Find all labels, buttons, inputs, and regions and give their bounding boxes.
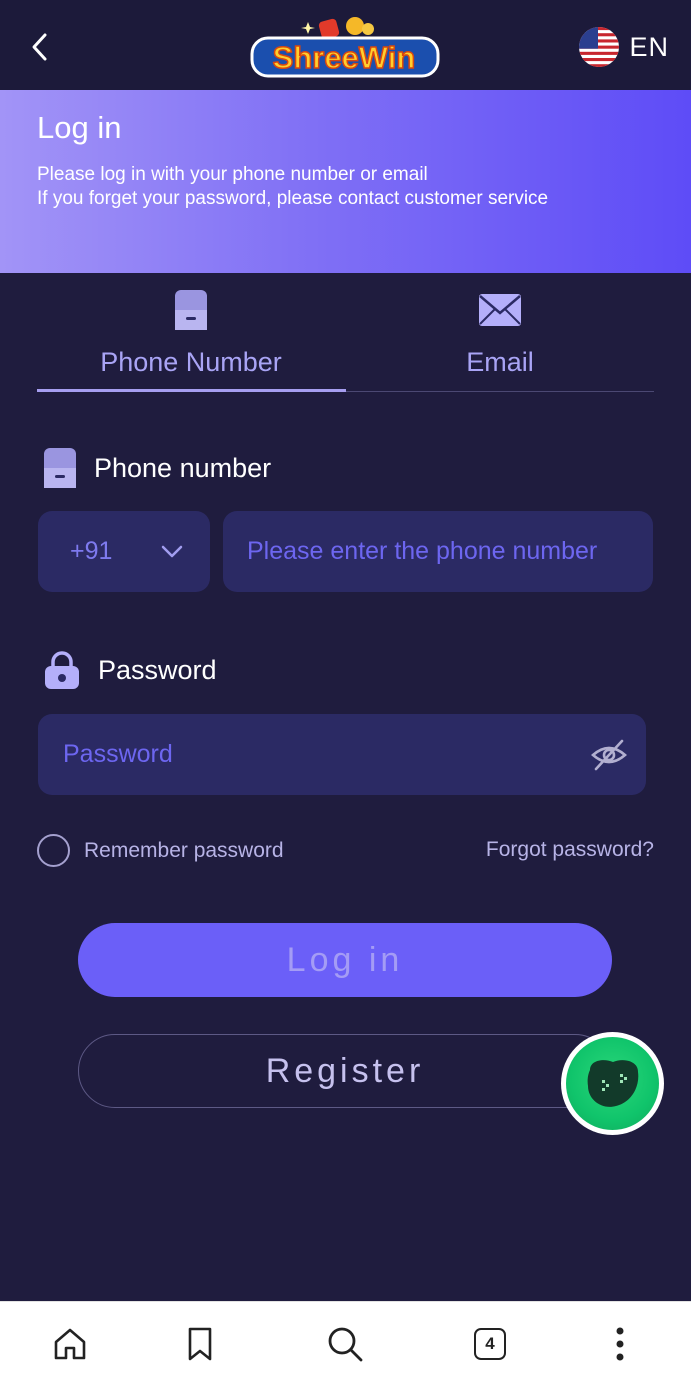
country-code-value: +91 xyxy=(70,537,113,565)
mail-icon xyxy=(479,294,521,326)
tab-phone-number[interactable]: Phone Number xyxy=(37,280,345,392)
more-icon xyxy=(616,1327,624,1361)
us-flag-icon xyxy=(579,27,620,67)
tab-email[interactable]: Email xyxy=(346,280,654,392)
chevron-down-icon xyxy=(161,545,183,558)
chat-support-icon xyxy=(587,1059,638,1107)
home-button[interactable] xyxy=(48,1322,92,1366)
remember-password-toggle[interactable]: Remember password xyxy=(37,834,284,867)
back-button[interactable] xyxy=(22,28,56,66)
bookmark-icon xyxy=(188,1327,212,1361)
password-input[interactable] xyxy=(38,714,646,795)
forgot-password-link[interactable]: Forgot password? xyxy=(486,838,654,862)
login-button[interactable]: Log in xyxy=(78,923,612,997)
toggle-password-visibility[interactable] xyxy=(590,737,628,773)
svg-text:ShreeWin: ShreeWin xyxy=(273,40,416,75)
more-button[interactable] xyxy=(598,1322,642,1366)
language-code: EN xyxy=(629,31,669,62)
tab-label: Email xyxy=(466,347,534,377)
phone-icon xyxy=(44,448,76,488)
phone-number-label-text: Phone number xyxy=(94,452,272,483)
top-bar: ShreeWin EN xyxy=(0,0,691,90)
tabs-icon: 4 xyxy=(474,1328,506,1360)
home-icon xyxy=(54,1328,86,1360)
lock-icon xyxy=(45,651,79,689)
eye-off-icon xyxy=(591,739,627,771)
tab-count: 4 xyxy=(485,1334,495,1353)
instruction-text: Please log in with your phone number or … xyxy=(37,164,428,185)
country-code-select[interactable]: +91 xyxy=(38,511,210,592)
tab-label: Phone Number xyxy=(100,347,282,377)
active-tab-indicator xyxy=(37,389,346,392)
search-button[interactable] xyxy=(323,1322,367,1366)
remember-password-label: Remember password xyxy=(84,838,284,862)
customer-service-button[interactable] xyxy=(561,1032,664,1135)
remember-password-radio[interactable] xyxy=(37,834,70,867)
tabs-button[interactable]: 4 xyxy=(468,1322,512,1366)
password-label-text: Password xyxy=(98,654,217,685)
language-selector[interactable]: EN xyxy=(579,26,669,68)
search-icon xyxy=(328,1327,363,1362)
support-badge xyxy=(566,1037,659,1130)
phone-number-input[interactable] xyxy=(223,511,653,592)
app-logo: ShreeWin xyxy=(244,12,444,82)
chevron-left-icon xyxy=(32,33,47,61)
password-label: Password xyxy=(44,650,217,690)
phone-icon xyxy=(175,290,207,330)
phone-number-label: Phone number xyxy=(44,448,271,488)
bookmark-button[interactable] xyxy=(178,1322,222,1366)
browser-bottom-nav: 4 xyxy=(0,1301,691,1387)
login-header-banner: Log in Please log in with your phone num… xyxy=(0,90,691,273)
register-button[interactable]: Register xyxy=(78,1034,612,1108)
help-text: If you forget your password, please cont… xyxy=(37,188,549,209)
login-method-tabs: Phone Number Email xyxy=(37,280,654,393)
page-title: Log in xyxy=(37,110,122,145)
